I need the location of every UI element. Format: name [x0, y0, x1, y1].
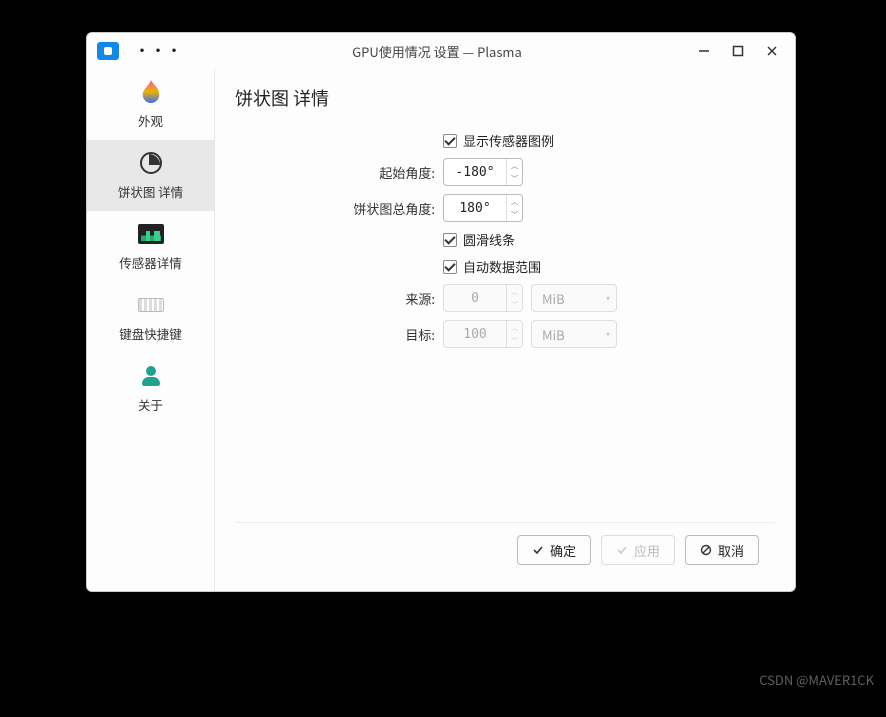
chevron-down-icon[interactable]: ﹀ — [507, 208, 522, 221]
chevron-up-icon[interactable]: ︿ — [507, 159, 522, 172]
sidebar-item-label: 关于 — [138, 395, 163, 414]
spinner-arrows[interactable]: ︿﹀ — [506, 195, 522, 221]
user-icon — [138, 363, 164, 389]
smooth-lines-checkbox[interactable] — [443, 233, 457, 247]
from-label: 来源: — [235, 289, 435, 308]
check-icon — [532, 544, 544, 556]
chevron-down-icon: ﹀ — [507, 334, 522, 347]
to-unit-combo: MiB ▾ — [531, 320, 617, 348]
window-title: GPU使用情况 设置 — Plasma — [191, 42, 683, 61]
app-icon — [97, 42, 119, 60]
watermark: CSDN @MAVER1CK — [759, 670, 874, 689]
to-value: 100 — [444, 327, 506, 342]
cancel-button[interactable]: 取消 — [685, 535, 759, 565]
show-legend-label: 显示传感器图例 — [463, 131, 554, 150]
form: 显示传感器图例 起始角度: -180° ︿﹀ 饼状图总角度: 180° ︿﹀ — [235, 131, 775, 348]
overflow-menu[interactable]: ••• — [135, 41, 183, 61]
keyboard-icon — [138, 292, 164, 318]
chevron-down-icon: ▾ — [606, 293, 610, 304]
chevron-down-icon[interactable]: ﹀ — [507, 172, 522, 185]
auto-range-label: 自动数据范围 — [463, 257, 541, 276]
from-unit-combo: MiB ▾ — [531, 284, 617, 312]
sidebar-item-label: 外观 — [138, 111, 163, 130]
chevron-up-icon: ︿ — [507, 321, 522, 334]
sidebar-item-pie-details[interactable]: 饼状图 详情 — [87, 140, 214, 211]
pie-chart-icon — [138, 150, 164, 176]
sidebar-item-sensor-details[interactable]: 传感器详情 — [87, 211, 214, 282]
titlebar: ••• GPU使用情况 设置 — Plasma — [87, 33, 795, 69]
from-unit-value: MiB — [542, 289, 600, 308]
show-legend-checkbox[interactable] — [443, 134, 457, 148]
sidebar-item-appearance[interactable]: 外观 — [87, 69, 214, 140]
settings-window: ••• GPU使用情况 设置 — Plasma 外观 饼状图 详情 传感器详情 — [86, 32, 796, 592]
sidebar-item-about[interactable]: 关于 — [87, 353, 214, 424]
start-angle-label: 起始角度: — [235, 163, 435, 182]
spinner-arrows: ︿﹀ — [506, 285, 522, 311]
from-value: 0 — [444, 291, 506, 306]
dialog-footer: 确定 应用 取消 — [235, 522, 775, 577]
from-spinner: 0 ︿﹀ — [443, 284, 523, 312]
apply-label: 应用 — [634, 541, 660, 560]
close-button[interactable] — [759, 38, 785, 64]
sidebar: 外观 饼状图 详情 传感器详情 键盘快捷键 关于 — [87, 69, 215, 591]
content-area: 饼状图 详情 显示传感器图例 起始角度: -180° ︿﹀ 饼状图总角度: — [215, 69, 795, 591]
chevron-down-icon: ﹀ — [507, 298, 522, 311]
total-angle-spinner[interactable]: 180° ︿﹀ — [443, 194, 523, 222]
smooth-lines-label: 圆滑线条 — [463, 230, 515, 249]
sidebar-item-shortcuts[interactable]: 键盘快捷键 — [87, 282, 214, 353]
sidebar-item-label: 键盘快捷键 — [119, 324, 182, 343]
chevron-down-icon: ▾ — [606, 329, 610, 340]
start-angle-spinner[interactable]: -180° ︿﹀ — [443, 158, 523, 186]
minimize-button[interactable] — [691, 38, 717, 64]
ok-label: 确定 — [550, 541, 576, 560]
spinner-arrows[interactable]: ︿﹀ — [506, 159, 522, 185]
maximize-button[interactable] — [725, 38, 751, 64]
chart-icon — [138, 221, 164, 247]
ok-button[interactable]: 确定 — [517, 535, 591, 565]
apply-button: 应用 — [601, 535, 675, 565]
page-title: 饼状图 详情 — [235, 85, 775, 111]
start-angle-value[interactable]: -180° — [444, 165, 506, 180]
chevron-up-icon: ︿ — [507, 285, 522, 298]
chevron-up-icon[interactable]: ︿ — [507, 195, 522, 208]
flame-icon — [138, 79, 164, 105]
check-icon — [616, 544, 628, 556]
auto-range-checkbox[interactable] — [443, 260, 457, 274]
cancel-icon — [700, 544, 712, 556]
total-angle-value[interactable]: 180° — [444, 201, 506, 216]
to-unit-value: MiB — [542, 325, 600, 344]
spinner-arrows: ︿﹀ — [506, 321, 522, 347]
sidebar-item-label: 饼状图 详情 — [118, 182, 183, 201]
cancel-label: 取消 — [718, 541, 744, 560]
to-spinner: 100 ︿﹀ — [443, 320, 523, 348]
total-angle-label: 饼状图总角度: — [235, 199, 435, 218]
to-label: 目标: — [235, 325, 435, 344]
sidebar-item-label: 传感器详情 — [119, 253, 182, 272]
